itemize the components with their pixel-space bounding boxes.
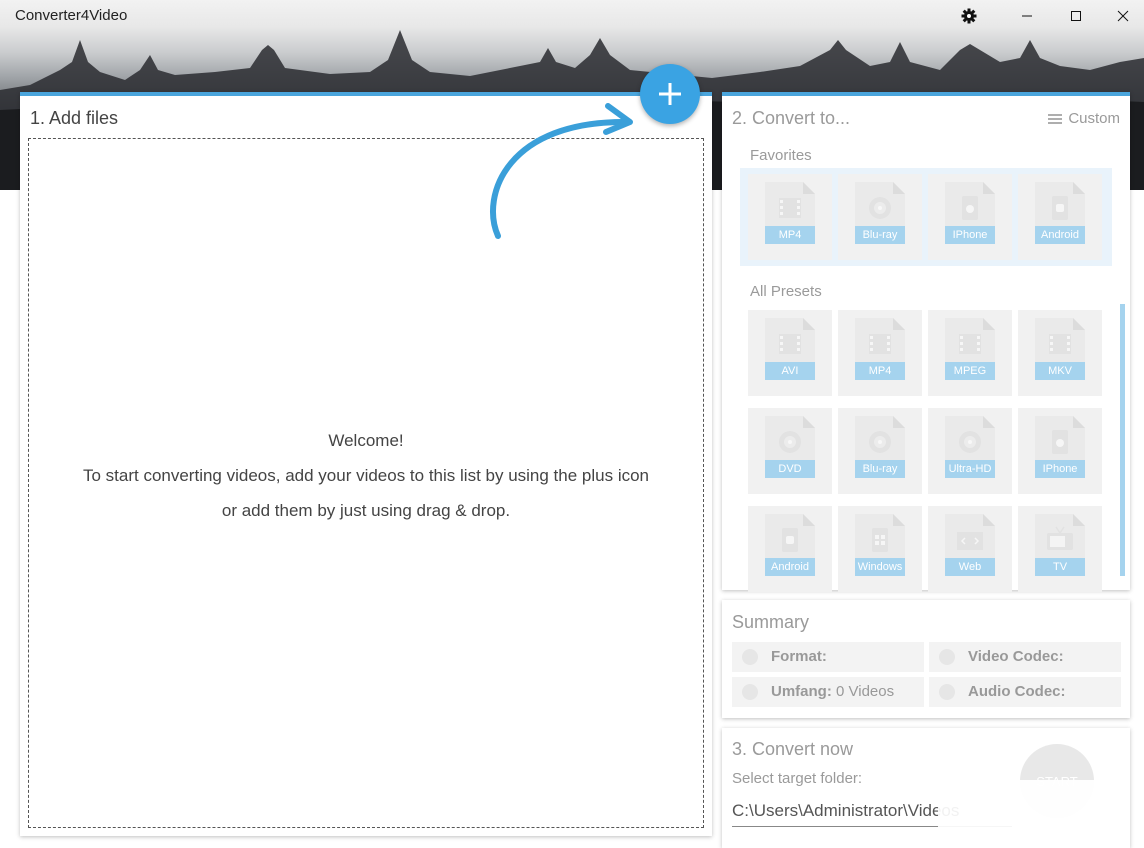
android-icon [765,514,815,562]
summary-audio-codec: Audio Codec: [929,677,1121,707]
umfang-label: Umfang: [771,683,832,700]
tile-label: IPhone [945,226,995,244]
minimize-button[interactable] [1003,0,1051,32]
disc-icon [945,416,995,464]
close-icon [1117,10,1129,22]
check-icon [939,649,955,665]
welcome-heading: Welcome! [328,431,404,450]
film-icon [945,318,995,366]
custom-label: Custom [1068,110,1120,127]
presets-tile-ultra-hd[interactable]: Ultra-HD [928,408,1012,494]
tile-label: Web [945,558,995,576]
presets-tile-iphone[interactable]: IPhone [1018,408,1102,494]
presets-tile-mp4[interactable]: MP4 [838,310,922,396]
favorites-label: Favorites [750,147,812,164]
tile-label: MP4 [855,362,905,380]
umfang-value: 0 Videos [836,683,895,700]
tile-label: Blu-ray [855,460,905,478]
minimize-icon [1022,15,1032,17]
add-files-title: 1. Add files [30,108,119,128]
tile-label: Windows [855,558,905,576]
windows-icon [855,514,905,562]
tile-label: TV [1035,558,1085,576]
tile-label: Android [765,558,815,576]
title-bar: Converter4Video [0,0,1144,32]
audio-codec-label: Audio Codec: [968,683,1066,700]
film-icon [765,318,815,366]
convert-to-title: 2. Convert to... [732,108,851,128]
add-files-button[interactable] [640,64,700,124]
convert-now-title: 3. Convert now [732,739,854,759]
all-presets-label: All Presets [750,283,822,300]
tile-label: MKV [1035,362,1085,380]
film-icon [1035,318,1085,366]
apple-icon [945,182,995,230]
presets-tile-tv[interactable]: TV [1018,506,1102,592]
favorites-tile-iphone[interactable]: IPhone [928,174,1012,260]
summary-umfang: Umfang: 0 Videos [732,677,924,707]
presets-tile-windows[interactable]: Windows [838,506,922,592]
favorites-tile-android[interactable]: Android [1018,174,1102,260]
presets-scrollbar[interactable] [1120,304,1125,576]
presets-tile-avi[interactable]: AVI [748,310,832,396]
summary-title: Summary [732,612,810,632]
app-title: Converter4Video [15,7,128,24]
apple-icon [1035,416,1085,464]
summary-panel: Summary Format: Video Codec: Umfang: 0 V… [722,600,1130,718]
disc-icon [855,182,905,230]
presets-tile-mpeg[interactable]: MPEG [928,310,1012,396]
disc-icon [765,416,815,464]
presets-tile-web[interactable]: Web [928,506,1012,592]
presets-tile-android[interactable]: Android [748,506,832,592]
target-folder-label: Select target folder: [732,770,863,787]
summary-format: Format: [732,642,924,672]
tile-label: Android [1035,226,1085,244]
tile-label: IPhone [1035,460,1085,478]
tile-label: AVI [765,362,815,380]
android-icon [1035,182,1085,230]
settings-button[interactable] [945,0,993,32]
curved-arrow-icon [490,103,633,239]
convert-to-panel: 2. Convert to... Custom Favorites MP4 Blu… [722,92,1130,592]
close-button[interactable] [1099,0,1144,32]
presets-tile-mkv[interactable]: MKV [1018,310,1102,396]
summary-video-codec: Video Codec: [929,642,1121,672]
presets-tile-blu-ray[interactable]: Blu-ray [838,408,922,494]
welcome-line-2: or add them by just using drag & drop. [221,501,511,520]
favorites-tile-mp4[interactable]: MP4 [748,174,832,260]
check-icon [742,649,758,665]
tile-label: Ultra-HD [945,460,995,478]
tile-label: MP4 [765,226,815,244]
check-icon [939,684,955,700]
tile-label: DVD [765,460,815,478]
favorites-tile-blu-ray[interactable]: Blu-ray [838,174,922,260]
check-icon [742,684,758,700]
plus-icon [659,83,681,105]
video-codec-label: Video Codec: [968,648,1064,665]
tile-label: Blu-ray [855,226,905,244]
menu-icon [1048,113,1063,124]
format-label: Format: [771,648,827,665]
tile-label: MPEG [945,362,995,380]
code-icon [945,514,995,562]
film-icon [765,182,815,230]
disc-icon [855,416,905,464]
gear-icon [961,8,977,24]
blur-overlay [938,780,1120,848]
presets-tile-dvd[interactable]: DVD [748,408,832,494]
tv-icon [1035,514,1085,562]
maximize-icon [1071,11,1081,21]
maximize-button[interactable] [1052,0,1100,32]
welcome-line-1: To start converting videos, add your vid… [82,466,650,485]
film-icon [855,318,905,366]
custom-button[interactable]: Custom [1048,110,1120,127]
